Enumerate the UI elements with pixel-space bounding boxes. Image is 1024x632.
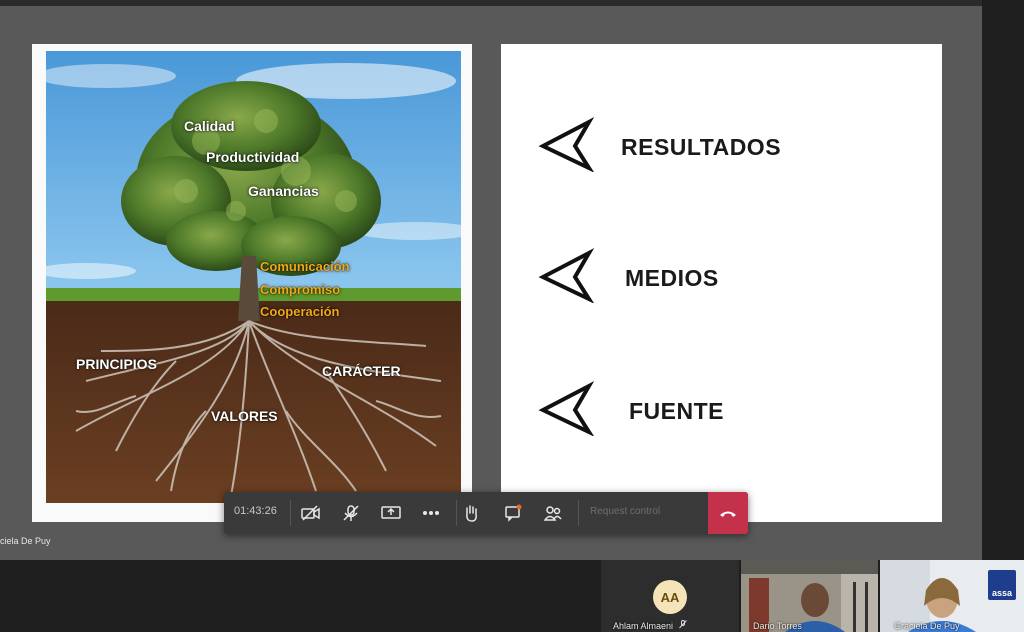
raise-hand-icon <box>466 505 477 522</box>
toolbar-divider <box>456 500 457 526</box>
camera-off-button[interactable] <box>298 500 324 526</box>
toolbar-divider <box>290 500 291 526</box>
tree-label-compromiso: Compromiso <box>260 282 341 297</box>
right-edge-strip <box>982 0 1024 560</box>
share-screen-icon <box>381 506 401 519</box>
arrow-label-medios: MEDIOS <box>625 265 719 291</box>
participant-tile-graciela[interactable]: assa Graciela De Puy <box>880 560 1024 632</box>
tree-label-caracter: CARÁCTER <box>322 363 401 379</box>
tree-roots-image <box>46 51 461 503</box>
toolbar-divider <box>578 500 579 526</box>
meeting-timer: 01:43:26 <box>234 505 277 517</box>
tree-label-calidad: Calidad <box>184 118 235 134</box>
arrow-item-fuente: FUENTE <box>537 380 917 440</box>
assa-logo: assa <box>988 570 1016 600</box>
participant-tile-ahlam[interactable]: AA Ahlam Almaeni <box>601 560 739 632</box>
raise-hand-button[interactable] <box>458 500 484 526</box>
participant-name: Ahlam Almaeni <box>613 620 687 631</box>
participant-name: Dario Torres <box>753 621 802 631</box>
tree-label-ganancias: Ganancias <box>248 183 319 199</box>
request-control-button[interactable]: Request control <box>590 506 660 517</box>
arrow-label-fuente: FUENTE <box>629 398 724 424</box>
participants-icon <box>544 506 562 521</box>
avatar: AA <box>653 580 687 614</box>
arrow-item-resultados: RESULTADOS <box>537 116 917 176</box>
arrow-left-icon <box>538 117 595 172</box>
mute-button[interactable] <box>338 500 364 526</box>
tree-label-comunicacion: Comunicación <box>260 259 350 274</box>
arrow-item-medios: MEDIOS <box>537 247 917 307</box>
arrow-slide-panel: RESULTADOS MEDIOS FUENTE <box>501 44 942 522</box>
camera-off-icon <box>301 505 320 521</box>
tree-label-valores: VALORES <box>211 408 278 424</box>
participants-button[interactable] <box>540 500 566 526</box>
more-dots-icon <box>423 511 439 515</box>
arrow-left-icon <box>538 381 595 436</box>
participant-tile-dario[interactable]: Dario Torres <box>741 560 878 632</box>
phone-hangup-icon <box>720 511 736 517</box>
tree-label-productividad: Productividad <box>206 149 300 165</box>
participant-name: Graciela De Puy <box>894 621 960 631</box>
mic-off-icon <box>678 620 687 629</box>
tree-label-principios: PRINCIPIOS <box>76 356 157 372</box>
tree-label-cooperacion: Cooperación <box>260 304 340 319</box>
hang-up-button[interactable] <box>708 492 748 534</box>
arrow-left-icon <box>538 248 595 303</box>
mic-off-icon <box>343 505 359 521</box>
presenter-name-label: ciela De Puy <box>0 536 51 546</box>
arrow-label-resultados: RESULTADOS <box>621 134 782 160</box>
share-screen-button[interactable] <box>378 500 404 526</box>
meeting-control-bar: 01:43:26 Request control <box>224 492 748 534</box>
participant-gallery: AA Ahlam Almaeni Dario Torres assa Graci… <box>0 560 1024 632</box>
more-options-button[interactable] <box>418 500 444 526</box>
chat-icon <box>505 504 522 522</box>
chat-button[interactable] <box>500 500 526 526</box>
